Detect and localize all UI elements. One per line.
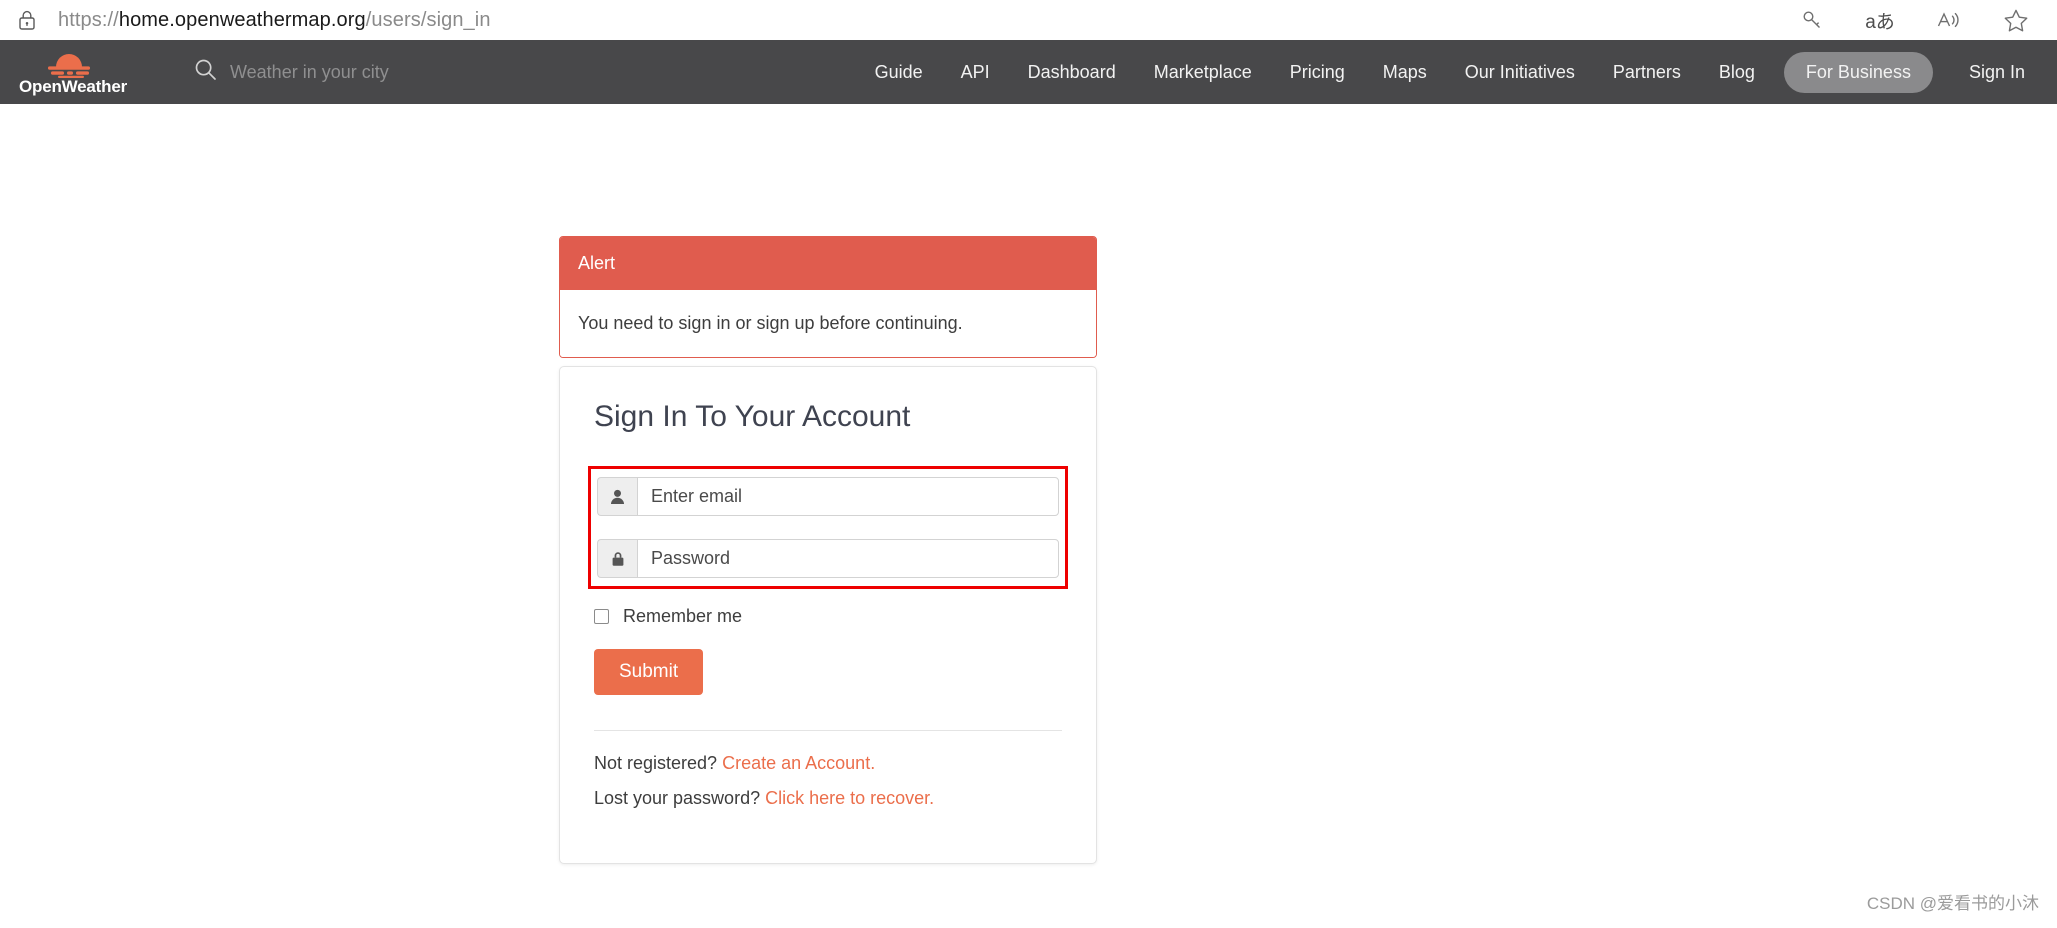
lock-icon: [597, 539, 637, 578]
read-aloud-icon[interactable]: [1933, 5, 1963, 35]
main-navigation: Guide API Dashboard Marketplace Pricing …: [856, 52, 2035, 93]
nav-item-for-business[interactable]: For Business: [1784, 52, 1933, 93]
nav-item-our-initiatives[interactable]: Our Initiatives: [1446, 62, 1594, 83]
nav-item-maps[interactable]: Maps: [1364, 62, 1446, 83]
brand-name: OpenWeather: [19, 77, 127, 97]
nav-item-marketplace[interactable]: Marketplace: [1135, 62, 1271, 83]
search-input[interactable]: Weather in your city: [230, 62, 389, 83]
remember-me-label: Remember me: [623, 606, 742, 627]
nav-item-api[interactable]: API: [942, 62, 1009, 83]
remember-me-row: Remember me: [594, 606, 1062, 627]
nav-item-sign-in[interactable]: Sign In: [1943, 62, 2035, 83]
lock-icon[interactable]: [14, 7, 40, 33]
nav-item-partners[interactable]: Partners: [1594, 62, 1700, 83]
address-bar[interactable]: https://home.openweathermap.org/users/si…: [58, 9, 491, 32]
credentials-annotation-box: [588, 466, 1068, 589]
nav-item-blog[interactable]: Blog: [1700, 62, 1774, 83]
page-title: Sign In To Your Account: [594, 400, 1062, 434]
browser-actions: aあ: [1797, 5, 2039, 35]
nav-item-guide[interactable]: Guide: [856, 62, 942, 83]
url-host: home.openweathermap.org: [119, 9, 366, 31]
sign-in-card: Sign In To Your Account: [559, 366, 1097, 864]
user-icon: [597, 477, 637, 516]
lost-password-text: Lost your password?: [594, 788, 760, 808]
alert-message: You need to sign in or sign up before co…: [560, 290, 1096, 357]
brand-logo[interactable]: OpenWeather: [14, 48, 132, 97]
password-input-group: [597, 539, 1059, 578]
submit-button[interactable]: Submit: [594, 649, 703, 695]
divider: [594, 730, 1062, 731]
password-field[interactable]: [637, 539, 1059, 578]
email-field[interactable]: [637, 477, 1059, 516]
city-search[interactable]: Weather in your city: [194, 58, 389, 86]
nav-item-pricing[interactable]: Pricing: [1271, 62, 1364, 83]
translate-icon[interactable]: aあ: [1865, 5, 1895, 35]
not-registered-row: Not registered? Create an Account.: [594, 753, 1062, 774]
recover-password-link[interactable]: Click here to recover.: [765, 788, 934, 808]
alert-title: Alert: [560, 237, 1096, 290]
nav-item-dashboard[interactable]: Dashboard: [1009, 62, 1135, 83]
create-account-link[interactable]: Create an Account.: [722, 753, 875, 773]
remember-me-checkbox[interactable]: [594, 609, 609, 624]
site-header: OpenWeather Weather in your city Guide A…: [0, 40, 2057, 104]
url-scheme: https://: [58, 9, 119, 31]
lost-password-row: Lost your password? Click here to recove…: [594, 788, 1062, 809]
sun-cloud-logo-icon: [42, 48, 104, 78]
password-key-icon[interactable]: [1797, 5, 1827, 35]
alert-panel: Alert You need to sign in or sign up bef…: [559, 236, 1097, 358]
not-registered-text: Not registered?: [594, 753, 717, 773]
search-icon: [194, 58, 217, 86]
browser-toolbar: https://home.openweathermap.org/users/si…: [0, 0, 2057, 40]
url-path: /users/sign_in: [366, 9, 491, 31]
favorites-star-icon[interactable]: [2001, 5, 2031, 35]
watermark: CSDN @爱看书的小沐: [1867, 889, 2039, 914]
email-input-group: [597, 477, 1059, 516]
page-content: Alert You need to sign in or sign up bef…: [0, 104, 2057, 928]
